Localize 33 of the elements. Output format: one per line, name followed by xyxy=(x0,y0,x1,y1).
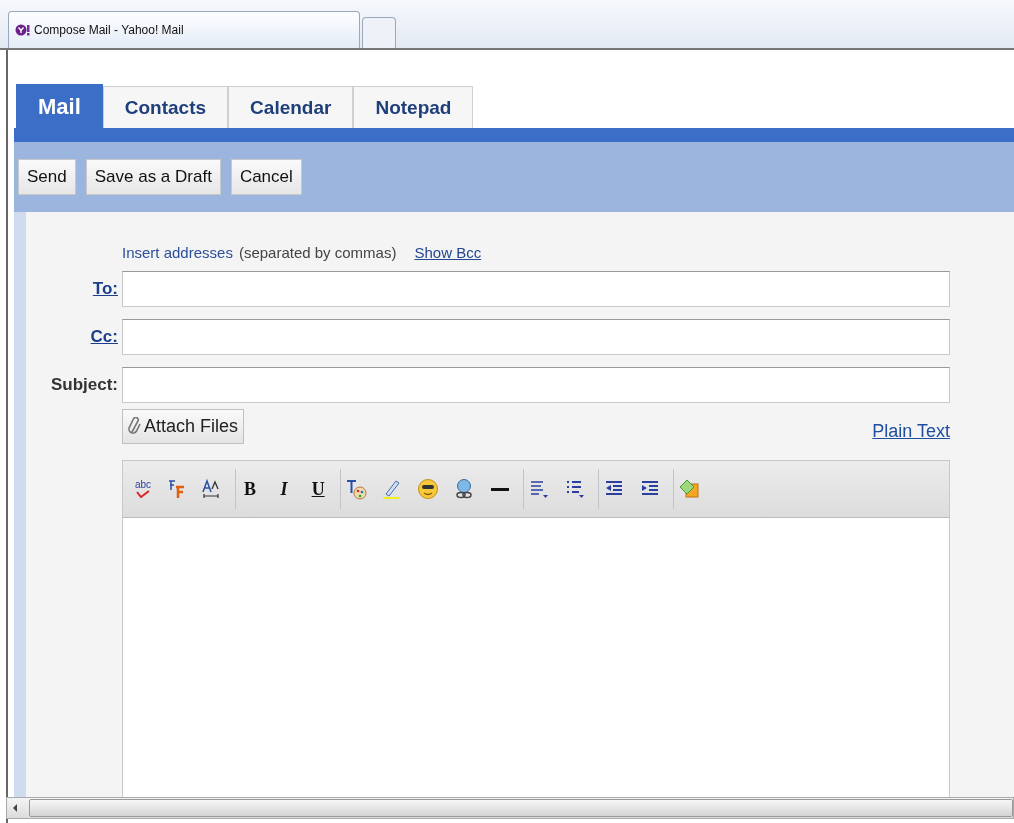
input-field[interactable] xyxy=(122,271,950,307)
text-color-icon[interactable] xyxy=(345,478,368,500)
spellcheck-button[interactable]: abc xyxy=(135,480,152,498)
show-bcc-link[interactable]: Show Bcc xyxy=(414,244,482,261)
action-button[interactable]: Send xyxy=(18,159,76,195)
nav-tab[interactable]: Calendar xyxy=(228,86,354,128)
message-body-field[interactable] xyxy=(123,518,949,797)
smiley-icon[interactable] xyxy=(417,478,440,500)
insert-addresses-link[interactable]: Insert addresses xyxy=(122,244,233,261)
align-icon[interactable] xyxy=(528,478,551,500)
field-label: Subject: xyxy=(49,375,119,395)
bold-button[interactable]: B xyxy=(240,478,261,500)
horizontal-scrollbar[interactable] xyxy=(6,797,1014,819)
field-label-link[interactable]: To: xyxy=(26,279,122,299)
plain-text-link[interactable]: Plain Text xyxy=(872,421,950,442)
stationery-icon[interactable] xyxy=(678,478,701,500)
logo-icon xyxy=(15,24,31,36)
nav-tab[interactable]: Mail xyxy=(16,84,103,128)
input-field[interactable] xyxy=(122,367,950,403)
hint-text: (separated by commas) xyxy=(238,244,397,261)
action-button[interactable]: Save as a Draft xyxy=(85,159,221,195)
nav-tab[interactable]: Contacts xyxy=(102,86,229,128)
italic-button[interactable]: I xyxy=(274,478,295,500)
input-field[interactable] xyxy=(122,319,950,355)
action-button[interactable]: Cancel xyxy=(230,159,302,195)
attach-files-button[interactable]: Attach Files xyxy=(122,409,245,444)
underline-button[interactable]: U xyxy=(308,478,329,500)
nav-tab[interactable]: Notepad xyxy=(353,86,474,128)
field-label-link[interactable]: Cc: xyxy=(26,327,122,347)
bullet-list-icon[interactable] xyxy=(564,478,587,500)
tab-title: Compose Mail - Yahoo! Mail xyxy=(34,23,184,37)
paperclip-icon xyxy=(128,416,142,437)
browser-tab[interactable]: Compose Mail - Yahoo! Mail xyxy=(8,11,360,48)
